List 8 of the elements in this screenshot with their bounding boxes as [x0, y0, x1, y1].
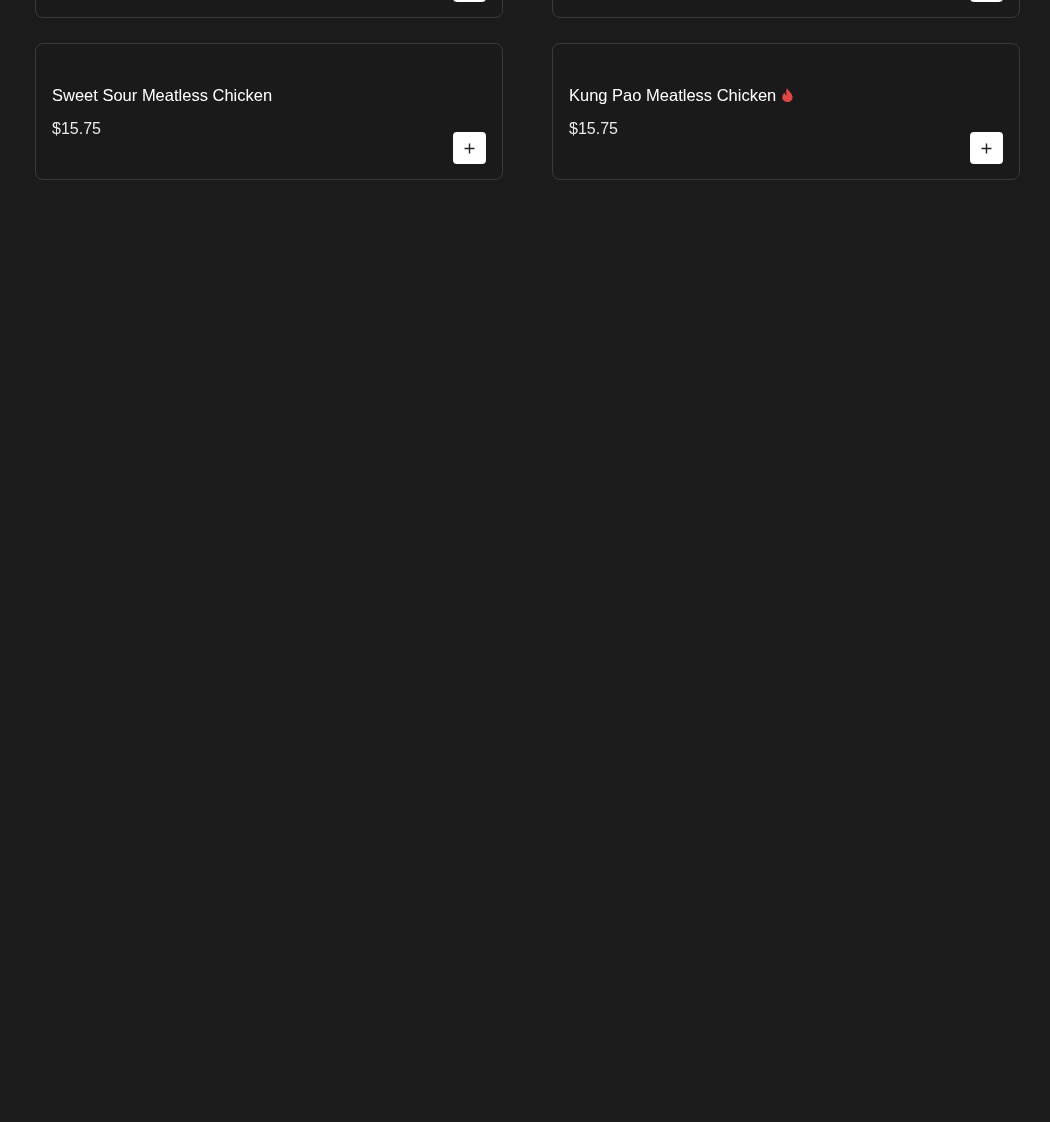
- add-button[interactable]: [970, 132, 1003, 164]
- item-name: Kung Pao Meatless Chicken: [569, 85, 777, 105]
- plus-icon: [464, 142, 475, 154]
- add-button[interactable]: [453, 132, 486, 164]
- item-price: $15.75: [52, 119, 101, 139]
- plus-icon: [981, 142, 992, 154]
- item-price: $15.75: [569, 119, 618, 139]
- item-name: Sweet Sour Meatless Chicken: [52, 85, 273, 105]
